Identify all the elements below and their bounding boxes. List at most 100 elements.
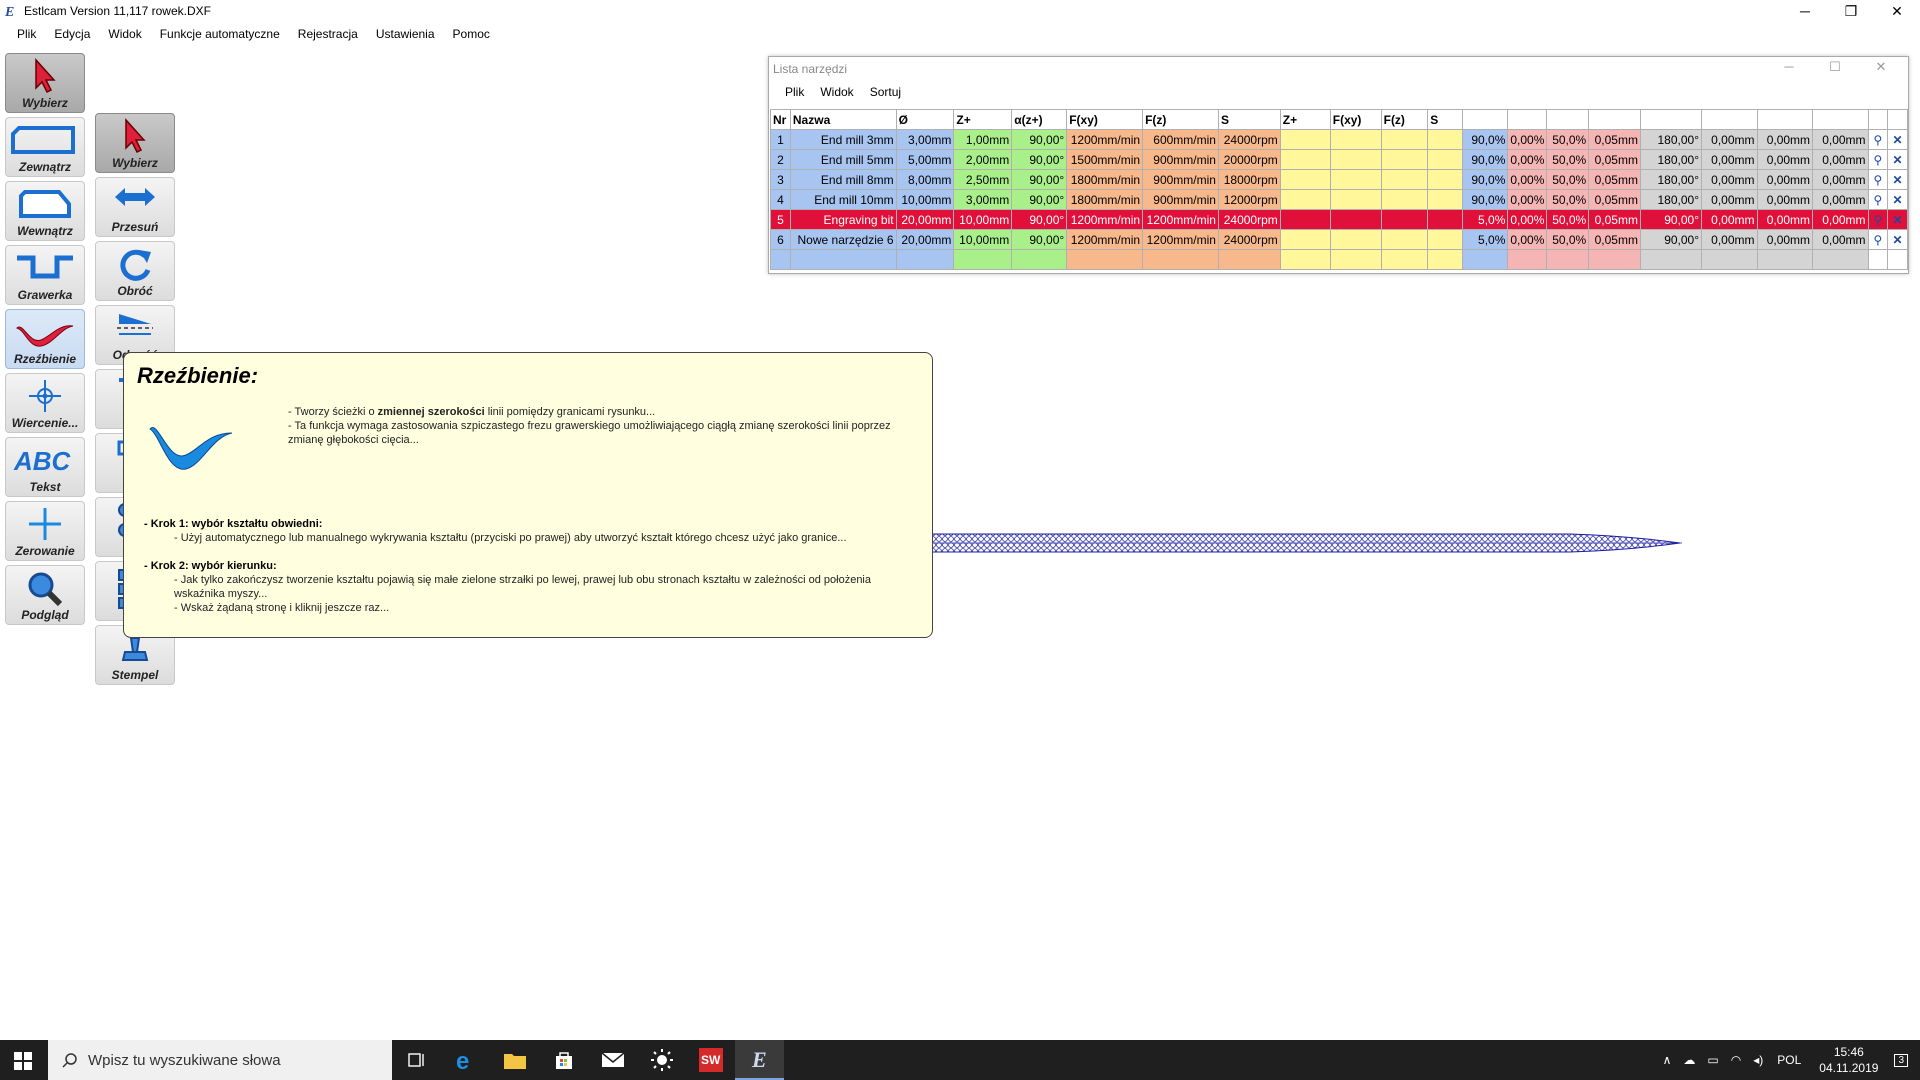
tool-cell[interactable] — [1427, 189, 1463, 210]
notifications-icon[interactable]: 3 — [1894, 1053, 1908, 1067]
tool-cell[interactable]: 1500mm/min — [1066, 149, 1144, 170]
tool-cell[interactable]: 0,00mm — [1812, 229, 1869, 250]
tool-zewnatrz-button[interactable]: Zewnątrz — [5, 117, 85, 177]
tool-cell[interactable]: 0,00mm — [1701, 229, 1758, 250]
tool-cell[interactable]: 0,05mm — [1588, 229, 1641, 250]
header-0[interactable]: Nr — [770, 109, 791, 130]
tool-row-empty[interactable] — [770, 249, 1908, 270]
tool-cell[interactable]: 90,00° — [1011, 209, 1068, 230]
tool-cell[interactable] — [1380, 229, 1429, 250]
tool-cell[interactable]: 90,0% — [1461, 189, 1509, 210]
tool-cell[interactable]: 180,00° — [1639, 149, 1703, 170]
tool-cell[interactable] — [1639, 249, 1703, 270]
tool-cell[interactable]: 0,00% — [1507, 189, 1548, 210]
tool-cell[interactable] — [1507, 249, 1548, 270]
tray-chevron-icon[interactable]: ∧ — [1663, 1053, 1672, 1067]
tool-cell[interactable]: 900mm/min — [1142, 189, 1219, 210]
tool-cell[interactable]: 10,00mm — [953, 209, 1013, 230]
tool-cell[interactable] — [1588, 249, 1641, 270]
taskbar-search-box[interactable]: Wpisz tu wyszukiwane słowa — [48, 1040, 392, 1080]
delete-icon[interactable]: ✕ — [1887, 229, 1908, 250]
header-16[interactable] — [1639, 109, 1703, 130]
tool-cell[interactable] — [1427, 249, 1463, 270]
tool-cell[interactable]: 1200mm/min — [1066, 229, 1144, 250]
header-12[interactable] — [1461, 109, 1509, 130]
tool-cell[interactable] — [1380, 129, 1429, 150]
tool-cell[interactable] — [1461, 249, 1509, 270]
tool-cell[interactable]: End mill 8mm — [789, 169, 897, 190]
onedrive-icon[interactable]: ☁ — [1683, 1053, 1695, 1067]
tool-cell[interactable]: 1200mm/min — [1142, 209, 1219, 230]
tool-cell[interactable] — [1427, 129, 1463, 150]
tool-list-minimize-button[interactable]: ─ — [1766, 59, 1812, 75]
header-8[interactable]: Z+ — [1279, 109, 1331, 130]
tool-cell[interactable]: 90,0% — [1461, 149, 1509, 170]
header-7[interactable]: S — [1217, 109, 1281, 130]
tool-cell[interactable] — [953, 249, 1013, 270]
tool-cell[interactable]: 50,0% — [1546, 209, 1590, 230]
tool-cell[interactable]: 0,00% — [1507, 169, 1548, 190]
tool-cell[interactable]: 50,0% — [1546, 229, 1590, 250]
tool-cell[interactable]: 24000rpm — [1217, 229, 1281, 250]
mail-icon[interactable] — [588, 1040, 637, 1080]
tool-cell[interactable] — [1279, 129, 1331, 150]
tool-cell[interactable]: 3,00mm — [953, 189, 1013, 210]
tool-cell[interactable]: 90,0% — [1461, 129, 1509, 150]
tool-cell[interactable] — [1867, 249, 1889, 270]
delete-icon[interactable]: ✕ — [1887, 189, 1908, 210]
battery-icon[interactable]: ▭ — [1707, 1053, 1718, 1067]
header-14[interactable] — [1546, 109, 1590, 130]
tool-cell[interactable]: 0,00mm — [1812, 189, 1869, 210]
menu-pomoc[interactable]: Pomoc — [444, 27, 499, 41]
tool-cell[interactable]: 5,0% — [1461, 209, 1509, 230]
delete-icon[interactable]: ✕ — [1887, 169, 1908, 190]
tool-cell[interactable]: 18000rpm — [1217, 169, 1281, 190]
tool-cell[interactable]: 0,00% — [1507, 149, 1548, 170]
tool-tekst-button[interactable]: ABC Tekst — [5, 437, 85, 497]
tool-cell[interactable] — [1279, 149, 1331, 170]
tool-cell[interactable]: 900mm/min — [1142, 169, 1219, 190]
weather-app-icon[interactable] — [637, 1040, 686, 1080]
tool-cell[interactable] — [1329, 229, 1382, 250]
tool-cell[interactable] — [789, 249, 897, 270]
tool-cell[interactable]: 0,05mm — [1588, 149, 1641, 170]
tool-rzezbienie-button[interactable]: Rzeźbienie — [5, 309, 85, 369]
close-button[interactable]: ✕ — [1874, 0, 1920, 22]
menu-ustawienia[interactable]: Ustawienia — [367, 27, 444, 41]
tool-cell[interactable] — [1279, 209, 1331, 230]
tool-row[interactable]: 1 End mill 3mm 3,00mm 1,00mm 90,00° 1200mm/mi… — [770, 129, 1908, 150]
tool-cell[interactable]: 0,05mm — [1588, 129, 1641, 150]
tool-row[interactable]: 5 Engraving bit 20,00mm 10,00mm 90,00° 1200mm… — [770, 209, 1908, 230]
tool-cell[interactable]: End mill 5mm — [789, 149, 897, 170]
tool-cell[interactable] — [1329, 169, 1382, 190]
delete-icon[interactable]: ✕ — [1887, 209, 1908, 230]
restore-button[interactable]: ❐ — [1828, 0, 1874, 22]
tool-cell[interactable] — [1279, 189, 1331, 210]
tool-cell[interactable] — [1142, 249, 1219, 270]
tool-cell[interactable]: 180,00° — [1639, 129, 1703, 150]
tool-cell[interactable]: 1 — [770, 129, 791, 150]
tool-cell[interactable]: 3,00mm — [895, 129, 955, 150]
tool-cell[interactable]: 0,00mm — [1756, 169, 1814, 190]
tool-cell[interactable] — [1380, 149, 1429, 170]
header-19[interactable] — [1812, 109, 1869, 130]
tool-cell[interactable] — [1427, 229, 1463, 250]
tool-wybierz-2-button[interactable]: Wybierz — [95, 113, 175, 173]
header-9[interactable]: F(xy) — [1329, 109, 1382, 130]
header-15[interactable] — [1588, 109, 1641, 130]
tool-cell[interactable]: 180,00° — [1639, 189, 1703, 210]
header-17[interactable] — [1701, 109, 1758, 130]
tool-list-menu-sortuj[interactable]: Sortuj — [862, 85, 909, 99]
search-icon[interactable]: ⚲ — [1867, 149, 1889, 170]
tool-row[interactable]: 4 End mill 10mm 10,00mm 3,00mm 90,00° 1800mm/… — [770, 189, 1908, 210]
tool-cell[interactable] — [1427, 209, 1463, 230]
tool-cell[interactable] — [1329, 249, 1382, 270]
solidworks-icon[interactable]: SW — [686, 1040, 735, 1080]
tool-cell[interactable]: 4 — [770, 189, 791, 210]
search-icon[interactable]: ⚲ — [1867, 189, 1889, 210]
tool-wewnatrz-button[interactable]: Wewnątrz — [5, 181, 85, 241]
tool-row[interactable]: 3 End mill 8mm 8,00mm 2,50mm 90,00° 1800mm/mi… — [770, 169, 1908, 190]
tool-cell[interactable]: 3 — [770, 169, 791, 190]
tool-cell[interactable]: 90,00° — [1639, 229, 1703, 250]
tool-cell[interactable]: 6 — [770, 229, 791, 250]
